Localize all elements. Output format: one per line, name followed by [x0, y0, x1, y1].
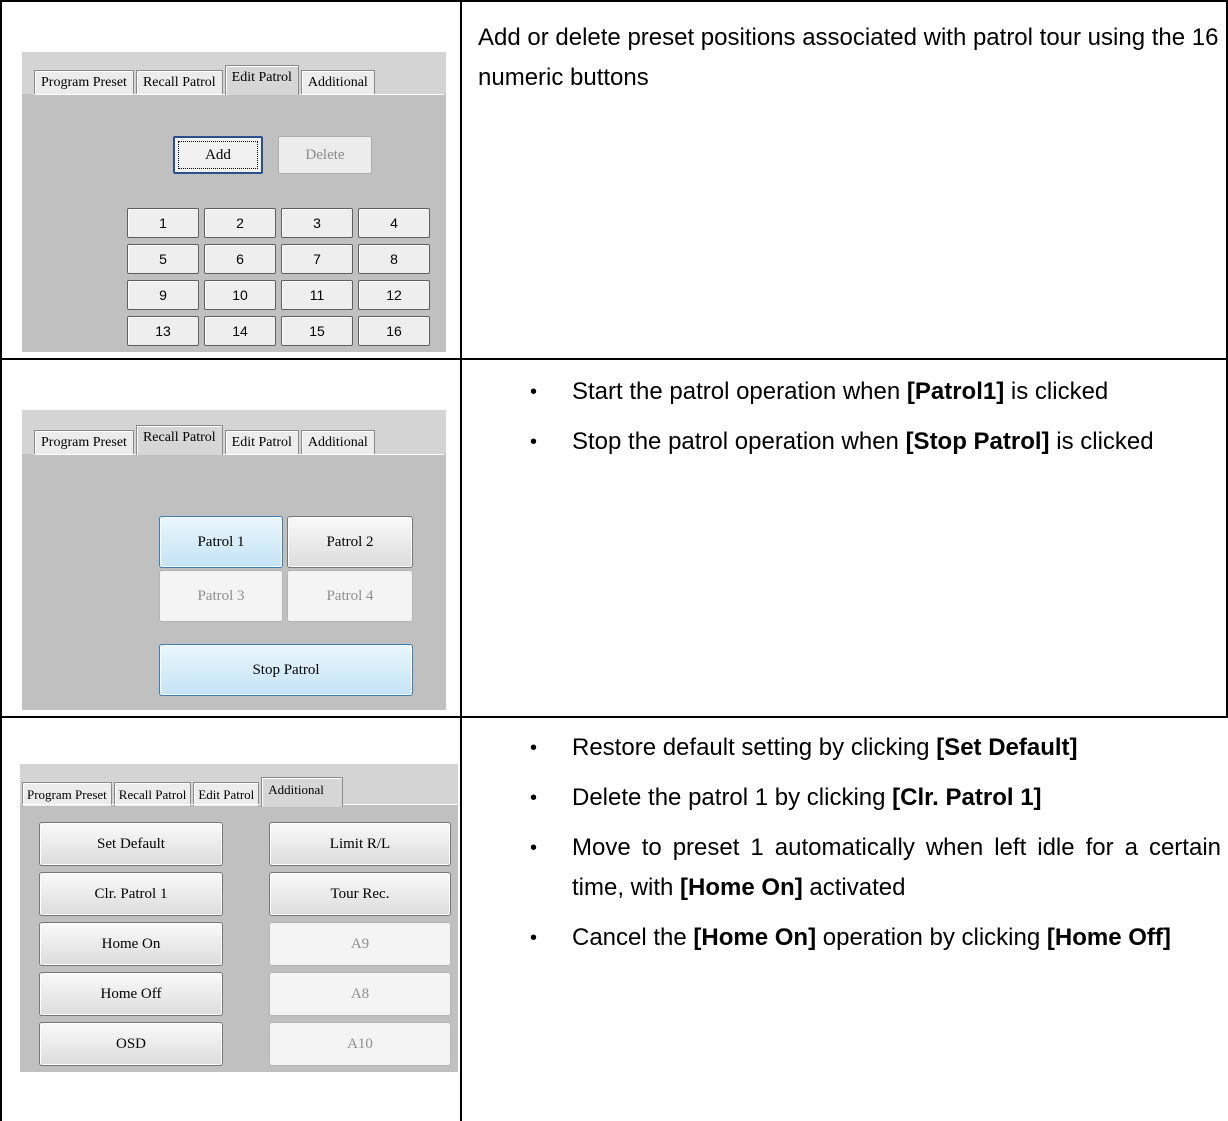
a9-button[interactable]: A9: [269, 922, 451, 966]
numeric-button-12[interactable]: 12: [358, 280, 430, 310]
tab-edit-patrol[interactable]: Edit Patrol: [224, 430, 299, 454]
a10-button[interactable]: A10: [269, 1022, 451, 1066]
table-border-left: [0, 0, 2, 717]
document-table: Program Preset Recall Patrol Edit Patrol…: [0, 0, 1228, 1121]
numeric-button-13[interactable]: 13: [127, 316, 199, 346]
row-1-description: Add or delete preset positions associate…: [478, 18, 1221, 98]
numeric-button-1[interactable]: 1: [127, 208, 199, 238]
bullet-text: activated: [802, 874, 906, 901]
tour-rec-button[interactable]: Tour Rec.: [269, 872, 451, 916]
clr-patrol-1-button[interactable]: Clr. Patrol 1: [39, 872, 223, 916]
home-off-button[interactable]: Home Off: [39, 972, 223, 1016]
bullet-text: Cancel the: [572, 924, 694, 951]
panel-edge: [22, 804, 458, 805]
tab-edit-patrol[interactable]: Edit Patrol: [224, 65, 299, 95]
home-on-button[interactable]: Home On: [39, 922, 223, 966]
bullet-list: • Start the patrol operation when [Patro…: [478, 372, 1221, 462]
osd-button[interactable]: OSD: [39, 1022, 223, 1066]
patrol-4-button[interactable]: Patrol 4: [287, 570, 413, 622]
bullet-bold: [Stop Patrol]: [905, 428, 1050, 455]
numeric-button-6[interactable]: 6: [204, 244, 276, 274]
bullet-item: • Stop the patrol operation when [Stop P…: [478, 422, 1221, 462]
numeric-button-11[interactable]: 11: [281, 280, 353, 310]
table-border-left: [0, 717, 2, 1121]
bullet-list: • Restore default setting by clicking [S…: [478, 728, 1221, 958]
bullet-bold: [Home On]: [693, 924, 817, 951]
numeric-button-8[interactable]: 8: [358, 244, 430, 274]
table-border-top: [0, 0, 1228, 2]
bullet-bold: [Patrol1]: [906, 378, 1005, 405]
bullet-icon: •: [530, 431, 538, 453]
edit-patrol-screenshot: Program Preset Recall Patrol Edit Patrol…: [22, 52, 446, 352]
bullet-bold: [Home On]: [680, 874, 803, 901]
tab-program-preset[interactable]: Program Preset: [34, 430, 134, 454]
tab-bar[interactable]: Program Preset Recall Patrol Edit Patrol…: [34, 64, 377, 95]
numeric-button-10[interactable]: 10: [204, 280, 276, 310]
recall-patrol-screenshot: Program Preset Recall Patrol Edit Patrol…: [22, 410, 446, 710]
bullet-bold: [Home Off]: [1046, 924, 1171, 951]
bullet-text: Delete the patrol 1 by clicking: [572, 784, 893, 811]
numeric-button-14[interactable]: 14: [204, 316, 276, 346]
bullet-icon: •: [530, 837, 538, 859]
panel-edge: [34, 454, 444, 455]
bullet-text: Stop the patrol operation when: [572, 428, 906, 455]
description-text: Add or delete preset positions associate…: [478, 24, 1219, 91]
bullet-bold: [Clr. Patrol 1]: [892, 784, 1042, 811]
set-default-button[interactable]: Set Default: [39, 822, 223, 866]
bullet-text: Restore default setting by clicking: [572, 734, 937, 761]
numeric-button-15[interactable]: 15: [281, 316, 353, 346]
limit-rl-button[interactable]: Limit R/L: [269, 822, 451, 866]
row-divider: [0, 716, 1228, 718]
column-divider: [460, 0, 462, 1121]
bullet-item: • Cancel the [Home On] operation by clic…: [478, 918, 1221, 958]
tab-additional[interactable]: Additional: [300, 430, 375, 454]
row-2-description: • Start the patrol operation when [Patro…: [478, 372, 1221, 462]
tab-recall-patrol[interactable]: Recall Patrol: [113, 782, 192, 806]
bullet-item: • Move to preset 1 automatically when le…: [478, 828, 1221, 908]
bullet-item: • Restore default setting by clicking [S…: [478, 728, 1221, 768]
delete-button[interactable]: Delete: [278, 136, 372, 174]
bullet-icon: •: [530, 927, 538, 949]
additional-screenshot: Program Preset Recall Patrol Edit Patrol…: [20, 764, 458, 1072]
bullet-item: • Start the patrol operation when [Patro…: [478, 372, 1221, 412]
tab-edit-patrol[interactable]: Edit Patrol: [193, 782, 260, 806]
patrol-2-button[interactable]: Patrol 2: [287, 516, 413, 568]
numeric-button-3[interactable]: 3: [281, 208, 353, 238]
numeric-button-4[interactable]: 4: [358, 208, 430, 238]
bullet-icon: •: [530, 381, 538, 403]
stop-patrol-button[interactable]: Stop Patrol: [159, 644, 413, 696]
bullet-text: is clicked: [1049, 428, 1154, 455]
row-divider: [0, 358, 1228, 360]
bullet-icon: •: [530, 787, 538, 809]
tab-bar[interactable]: Program Preset Recall Patrol Edit Patrol…: [34, 424, 377, 455]
patrol-1-button[interactable]: Patrol 1: [159, 516, 283, 568]
add-button[interactable]: Add: [173, 136, 263, 174]
numeric-button-5[interactable]: 5: [127, 244, 199, 274]
tab-program-preset[interactable]: Program Preset: [22, 782, 112, 806]
patrol-3-button[interactable]: Patrol 3: [159, 570, 283, 622]
numeric-button-9[interactable]: 9: [127, 280, 199, 310]
numeric-button-2[interactable]: 2: [204, 208, 276, 238]
bullet-item: • Delete the patrol 1 by clicking [Clr. …: [478, 778, 1221, 818]
tab-additional[interactable]: Additional: [261, 777, 344, 807]
numeric-button-16[interactable]: 16: [358, 316, 430, 346]
tab-bar[interactable]: Program Preset Recall Patrol Edit Patrol…: [22, 776, 345, 807]
bullet-bold: [Set Default]: [936, 734, 1078, 761]
bullet-text: is clicked: [1004, 378, 1109, 405]
row-3-description: • Restore default setting by clicking [S…: [478, 728, 1221, 958]
a8-button[interactable]: A8: [269, 972, 451, 1016]
numeric-button-7[interactable]: 7: [281, 244, 353, 274]
bullet-text: Start the patrol operation when: [572, 378, 907, 405]
tab-recall-patrol[interactable]: Recall Patrol: [135, 425, 223, 455]
tab-recall-patrol[interactable]: Recall Patrol: [135, 70, 223, 94]
tab-program-preset[interactable]: Program Preset: [34, 70, 134, 94]
bullet-text: operation by clicking: [816, 924, 1047, 951]
tab-additional[interactable]: Additional: [300, 70, 375, 94]
bullet-icon: •: [530, 737, 538, 759]
